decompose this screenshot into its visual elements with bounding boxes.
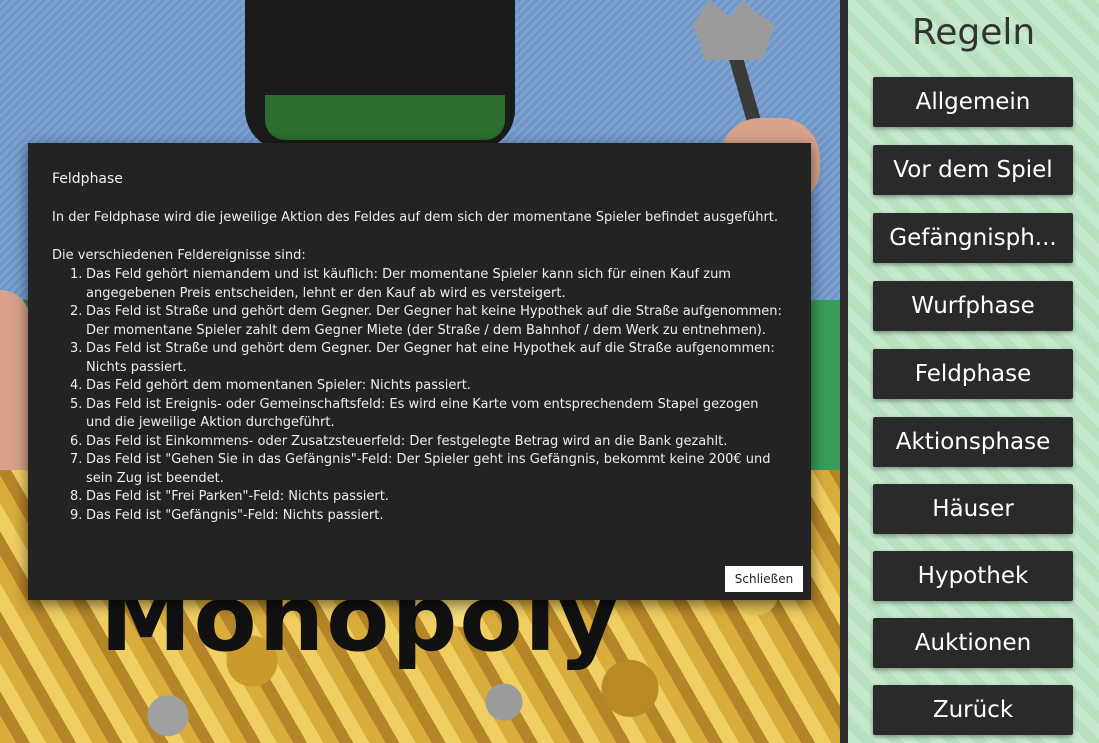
- list-item-number: 6.: [70, 433, 83, 449]
- list-item-text: Das Feld ist Ereignis- oder Gemeinschaft…: [86, 396, 759, 412]
- list-item-number: 2.: [70, 304, 83, 319]
- list-item-text: Das Feld ist "Frei Parken"-Feld: Nichts …: [86, 489, 389, 504]
- list-item: 9. Das Feld ist "Gefängnis"-Feld: Nichts …: [70, 507, 786, 526]
- sidebar-title: Regeln: [911, 12, 1036, 53]
- list-item-text: Das Feld gehört niemandem und ist käufli…: [86, 267, 731, 282]
- list-item: 6. Das Feld ist Einkommens- oder Zusatzst…: [70, 433, 786, 452]
- menu-button-aktionsphase[interactable]: Aktionsphase: [873, 417, 1073, 467]
- rules-dialog: Feldphase In der Feldphase wird die jewe…: [28, 143, 811, 600]
- list-item-text: Das Feld ist Straße und gehört dem Gegne…: [86, 341, 775, 356]
- list-item-number: 8.: [70, 489, 83, 504]
- close-button[interactable]: Schließen: [725, 566, 803, 592]
- menu-button-hypothek[interactable]: Hypothek: [873, 551, 1073, 601]
- list-item: 8. Das Feld ist "Frei Parken"-Feld: Nicht…: [70, 488, 786, 507]
- list-item: 5. Das Feld ist Ereignis- oder Gemeinscha…: [70, 396, 786, 433]
- menu-button-zurueck[interactable]: Zurück: [873, 685, 1073, 735]
- dialog-intro-text: In der Feldphase wird die jeweilige Akti…: [52, 210, 779, 225]
- list-item-text: Das Feld gehört dem momentanen Spieler: …: [86, 378, 471, 393]
- hand-left: [0, 290, 30, 500]
- list-item-text-continued: Nichts passiert.: [86, 359, 187, 375]
- list-item-number: 5.: [70, 396, 83, 412]
- list-item-number: 1.: [70, 267, 83, 282]
- list-item: 1. Das Feld gehört niemandem und ist käuf…: [70, 266, 786, 303]
- list-item: 7. Das Feld ist "Gehen Sie in das Gefängn…: [70, 451, 786, 488]
- rules-sidebar: Regeln Allgemein Vor dem Spiel Gefängnis…: [848, 0, 1099, 743]
- list-item-text: Das Feld ist Straße und gehört dem Gegne…: [86, 304, 782, 319]
- list-item: 3. Das Feld ist Straße und gehört dem Geg…: [70, 340, 786, 377]
- menu-button-allgemein[interactable]: Allgemein: [873, 77, 1073, 127]
- hat-band: [265, 95, 505, 140]
- list-item: 4. Das Feld gehört dem momentanen Spieler…: [70, 377, 786, 396]
- list-item-number: 4.: [70, 378, 83, 393]
- dialog-list-label: Die verschiedenen Feldereignisse sind:: [52, 248, 306, 263]
- list-item-text-continued: Der momentane Spieler zahlt dem Gegner M…: [86, 322, 767, 338]
- list-item-number: 3.: [70, 341, 83, 356]
- list-item-text-continued: und die jeweilige Aktion durchgeführt.: [86, 415, 335, 430]
- list-item-text-continued: sein Zug ist beendet.: [86, 470, 224, 486]
- menu-button-gefaengnisphase[interactable]: Gefängnisph...: [873, 213, 1073, 263]
- list-item-text: Das Feld ist "Gefängnis"-Feld: Nichts pa…: [86, 507, 384, 523]
- sidebar-divider: [840, 0, 848, 743]
- iron-token: [693, 0, 775, 60]
- field-events-list: 1. Das Feld gehört niemandem und ist käuf…: [70, 266, 786, 526]
- list-item-text-continued: angegebenen Preis entscheiden, lehnt er …: [86, 285, 566, 301]
- menu-button-feldphase[interactable]: Feldphase: [873, 349, 1073, 399]
- list-item-text: Das Feld ist "Gehen Sie in das Gefängnis…: [86, 452, 771, 467]
- menu-button-vor-dem-spiel[interactable]: Vor dem Spiel: [873, 145, 1073, 195]
- list-item-text: Das Feld ist Einkommens- oder Zusatzsteu…: [86, 433, 728, 449]
- menu-button-haeuser[interactable]: Häuser: [873, 484, 1073, 534]
- menu-button-wurfphase[interactable]: Wurfphase: [873, 281, 1073, 331]
- dialog-title: Feldphase: [52, 171, 123, 187]
- list-item: 2. Das Feld ist Straße und gehört dem Geg…: [70, 303, 786, 340]
- menu-button-auktionen[interactable]: Auktionen: [873, 618, 1073, 668]
- list-item-number: 7.: [70, 452, 83, 467]
- list-item-number: 9.: [70, 507, 83, 523]
